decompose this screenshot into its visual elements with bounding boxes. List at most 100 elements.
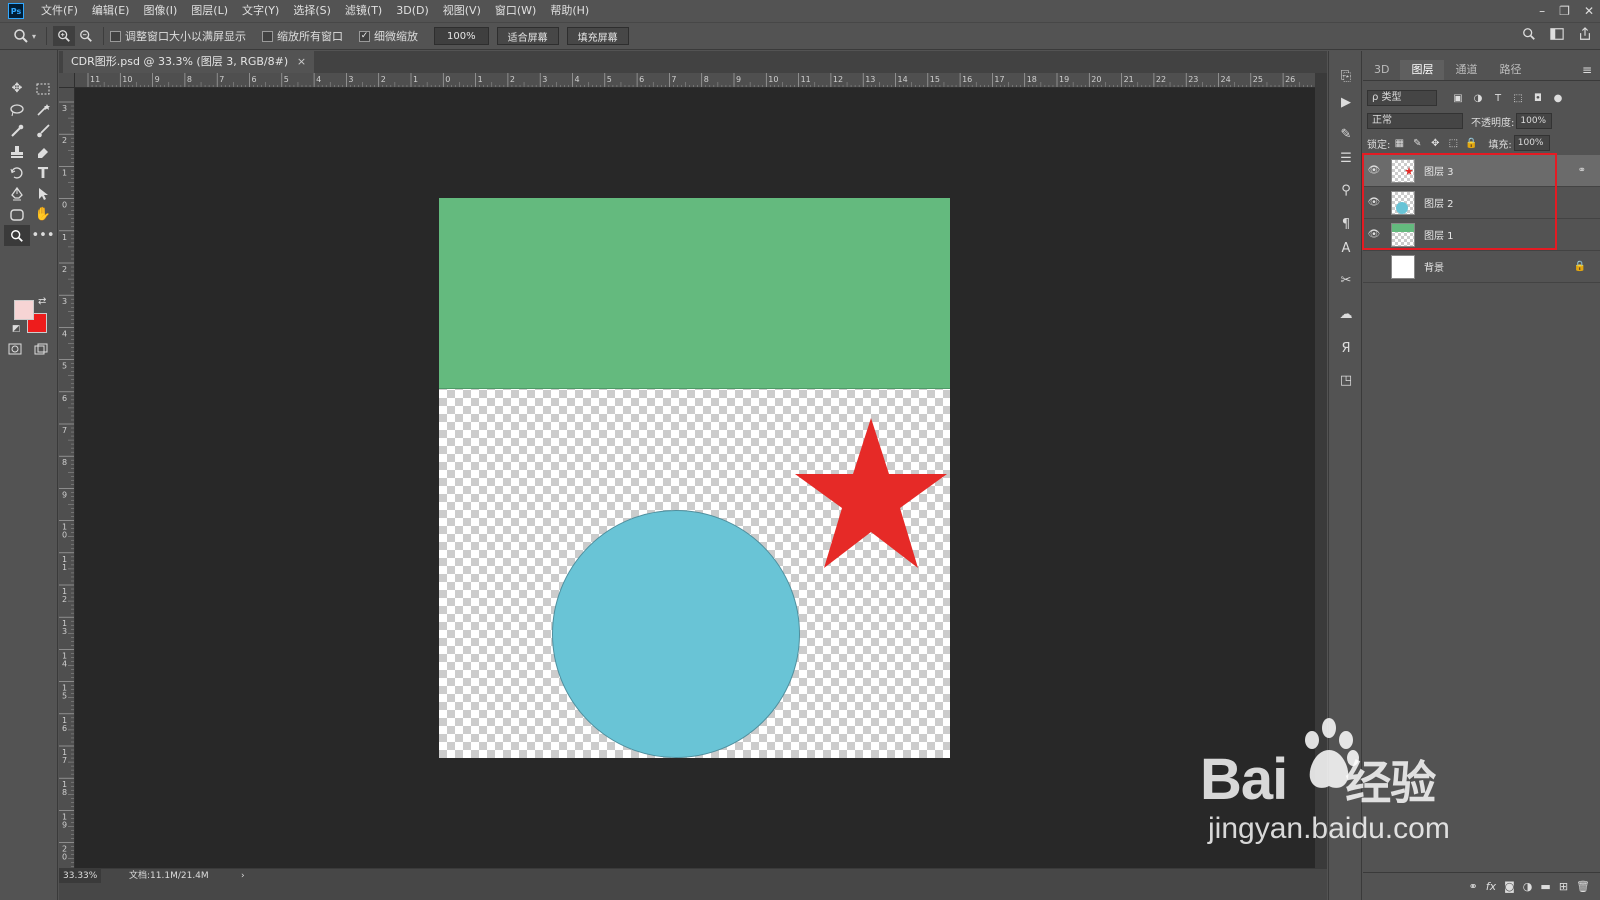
menu-select[interactable]: 选择(S) <box>286 0 338 22</box>
zoom-in-icon[interactable] <box>53 26 76 46</box>
hand-tool-icon[interactable]: ✋ <box>30 204 56 225</box>
eyedropper-tool-icon[interactable] <box>4 120 30 141</box>
menu-layer[interactable]: 图层(L) <box>184 0 235 22</box>
minimize-button[interactable]: – <box>1539 4 1545 18</box>
brush-tool-icon[interactable] <box>30 120 56 141</box>
blend-mode-select[interactable]: 正常 <box>1367 113 1463 129</box>
layer-name[interactable]: 图层 2 <box>1424 195 1454 210</box>
chevron-down-icon[interactable]: ▾ <box>32 32 36 41</box>
workspace-icon[interactable] <box>1550 27 1564 45</box>
new-group-icon[interactable]: ▬ <box>1540 880 1550 893</box>
menu-view[interactable]: 视图(V) <box>436 0 488 22</box>
status-menu-arrow-icon[interactable]: › <box>241 869 245 883</box>
menu-file[interactable]: 文件(F) <box>34 0 85 22</box>
move-tool-icon[interactable]: ✥ <box>4 78 30 99</box>
more-tools-icon[interactable]: ••• <box>30 225 56 246</box>
panel-menu-icon[interactable]: ≡ <box>1582 63 1592 77</box>
menu-edit[interactable]: 编辑(E) <box>85 0 137 22</box>
tab-layers[interactable]: 图层 <box>1400 60 1445 80</box>
layer-row-layer2[interactable]: 👁 图层 2 <box>1363 187 1600 219</box>
zoom-percent-field[interactable]: 100% <box>434 27 489 45</box>
layer-name[interactable]: 图层 3 <box>1424 163 1454 178</box>
filter-shape-icon[interactable]: ⬚ <box>1509 93 1527 104</box>
marquee-tool-icon[interactable] <box>30 78 56 99</box>
filter-pixel-icon[interactable]: ▣ <box>1449 93 1467 104</box>
quick-mask-icon[interactable] <box>8 343 22 358</box>
checkbox-checked-box[interactable]: ✓ <box>359 30 371 42</box>
filter-smart-object-icon[interactable]: ◘ <box>1529 93 1547 104</box>
document-tab[interactable]: CDR图形.psd @ 33.3% (图层 3, RGB/8#) × <box>63 51 315 73</box>
ruler-origin[interactable] <box>59 73 75 88</box>
checkbox-box[interactable] <box>110 30 122 42</box>
add-mask-icon[interactable]: ◙ <box>1504 880 1515 893</box>
magic-wand-tool-icon[interactable] <box>30 99 56 120</box>
status-zoom-field[interactable]: 33.33% <box>59 869 101 883</box>
libraries-icon[interactable]: ☁ <box>1337 305 1355 323</box>
document-canvas[interactable] <box>439 198 950 758</box>
visibility-eye-icon[interactable]: 👁 <box>1363 197 1385 208</box>
character-icon[interactable]: A <box>1337 239 1355 257</box>
actions-play-icon[interactable]: ▶ <box>1337 93 1355 111</box>
paragraph-icon[interactable]: ¶ <box>1337 215 1355 233</box>
zoom-tool-icon[interactable] <box>4 225 30 246</box>
brush-settings-icon[interactable]: ✎ <box>1337 125 1355 143</box>
visibility-eye-icon[interactable]: 👁 <box>1363 229 1385 240</box>
fill-screen-button[interactable]: 填充屏幕 <box>566 27 629 45</box>
layer-name[interactable]: 背景 <box>1424 259 1444 274</box>
swap-colors-icon[interactable]: ⇄ <box>38 296 46 307</box>
eraser-tool-icon[interactable] <box>30 141 56 162</box>
layer-row-layer1[interactable]: 👁 图层 1 <box>1363 219 1600 251</box>
type-tool-icon[interactable]: T <box>30 162 56 183</box>
zoom-out-icon[interactable] <box>75 26 97 46</box>
close-button[interactable]: ✕ <box>1584 4 1594 18</box>
trash-icon[interactable]: 🗑 <box>1576 880 1590 893</box>
properties-icon[interactable]: ◳ <box>1337 371 1355 389</box>
menu-type[interactable]: 文字(Y) <box>235 0 286 22</box>
lock-all-icon[interactable]: 🔒 <box>1462 138 1480 149</box>
layer-row-layer3[interactable]: 👁 图层 3 ⚭ <box>1363 155 1600 187</box>
layer-filter-select[interactable]: ρ 类型 <box>1367 90 1437 106</box>
filter-toggle-icon[interactable]: ● <box>1549 93 1567 104</box>
opacity-field[interactable]: 100% <box>1516 113 1553 129</box>
history-brush-tool-icon[interactable] <box>4 162 30 183</box>
path-selection-tool-icon[interactable] <box>30 183 56 204</box>
filter-adjustment-icon[interactable]: ◑ <box>1469 93 1487 104</box>
resize-windows-checkbox[interactable]: 调整窗口大小以满屏显示 <box>110 28 246 44</box>
fill-field[interactable]: 100% <box>1513 135 1550 151</box>
fit-screen-button[interactable]: 适合屏幕 <box>496 27 559 45</box>
restore-button[interactable]: ❐ <box>1559 4 1570 18</box>
new-layer-icon[interactable]: ⊞ <box>1559 880 1568 893</box>
menu-image[interactable]: 图像(I) <box>136 0 184 22</box>
filter-type-icon[interactable]: T <box>1489 93 1507 104</box>
stamp-tool-icon[interactable] <box>4 141 30 162</box>
layer-name[interactable]: 图层 1 <box>1424 227 1454 242</box>
menu-3d[interactable]: 3D(D) <box>389 0 436 22</box>
tool-presets-icon[interactable]: ✂ <box>1337 271 1355 289</box>
link-icon[interactable]: ⚭ <box>1578 165 1586 176</box>
search-icon[interactable] <box>1522 27 1536 45</box>
history-panel-icon[interactable]: ⎘ <box>1337 67 1355 85</box>
checkbox-box[interactable] <box>262 30 274 42</box>
vertical-ruler[interactable]: 32101234567891011121314151617181920 <box>59 88 75 868</box>
link-layers-icon[interactable]: ⚭ <box>1469 880 1478 893</box>
scrubby-zoom-checkbox[interactable]: ✓ 细微缩放 <box>359 28 418 44</box>
adjustment-layer-icon[interactable]: ◑ <box>1523 880 1533 893</box>
tab-channels[interactable]: 通道 <box>1444 60 1488 80</box>
lock-artboard-icon[interactable]: ⬚ <box>1444 138 1462 149</box>
shape-tool-icon[interactable] <box>4 204 30 225</box>
menu-help[interactable]: 帮助(H) <box>543 0 596 22</box>
menu-filter[interactable]: 滤镜(T) <box>338 0 389 22</box>
fx-icon[interactable]: fx <box>1486 880 1496 893</box>
layer-row-background[interactable]: 👁 背景 🔒 <box>1363 251 1600 283</box>
lasso-tool-icon[interactable] <box>4 99 30 120</box>
visibility-eye-icon[interactable]: 👁 <box>1363 165 1385 176</box>
horizontal-ruler[interactable]: 11 10 9 8 7 6 5 4 3 2 1 0 1 2 3 4 5 6 7 8 9 10 11 12 13 14 15 16 17 1… <box>75 73 1315 88</box>
tab-paths[interactable]: 路径 <box>1488 60 1532 80</box>
glyphs-icon[interactable]: Я <box>1337 339 1355 357</box>
close-icon[interactable]: × <box>297 51 306 73</box>
zoom-all-windows-checkbox[interactable]: 缩放所有窗口 <box>262 28 343 44</box>
tab-3d[interactable]: 3D <box>1363 60 1400 80</box>
pen-tool-icon[interactable] <box>4 183 30 204</box>
lock-transparent-icon[interactable]: ▦ <box>1390 138 1408 149</box>
menu-window[interactable]: 窗口(W) <box>488 0 543 22</box>
